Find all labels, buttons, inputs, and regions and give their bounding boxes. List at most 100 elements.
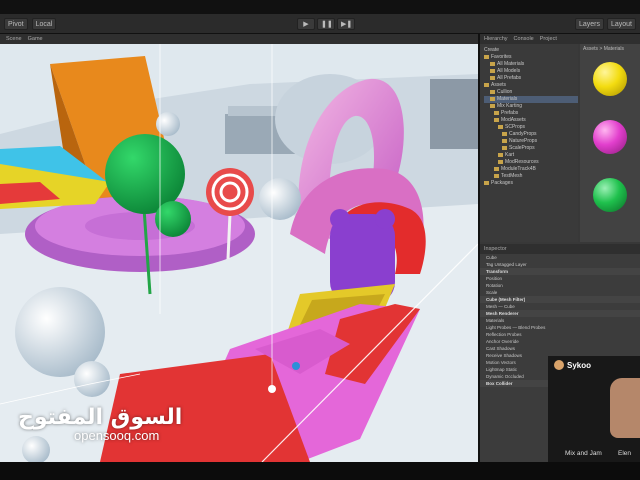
bottom-bar	[0, 462, 640, 480]
tree-item-label: TestMesh	[501, 173, 523, 179]
scale-label: Scale	[486, 290, 498, 295]
caption-mix-and-jam: Mix and Jam	[565, 450, 602, 457]
tree-item-label: All Models	[497, 68, 521, 74]
light-probes-label: Light Probes	[486, 325, 512, 330]
tree-item-packages[interactable]: Packages	[484, 180, 578, 187]
mesh-renderer-header[interactable]: Mesh Renderer	[480, 310, 640, 317]
materials-foldout[interactable]: Materials	[480, 317, 640, 324]
avatar	[554, 360, 564, 370]
mesh-field[interactable]: Cube	[504, 304, 515, 309]
tree-item-label: Materials	[497, 96, 518, 102]
tree-item-label: Kart	[505, 152, 515, 158]
tree-item-label: ScaleProps	[509, 145, 535, 151]
tree-item-candyprops[interactable]: CandyProps	[484, 131, 578, 138]
tree-item-modassets[interactable]: ModAssets	[484, 117, 578, 124]
tree-item-cullion[interactable]: Cullion	[484, 89, 578, 96]
watermark: السوق المفتوح opensooq.com	[18, 405, 182, 443]
tree-item-scprops[interactable]: SCProps	[484, 124, 578, 131]
layer-label: Layer	[515, 262, 527, 267]
tree-item-label: Cullion	[497, 89, 513, 95]
play-icon[interactable]: ▶	[297, 18, 315, 30]
asset-grid: Assets > Materials	[580, 44, 640, 242]
tag-dropdown[interactable]: Untagged	[495, 262, 515, 267]
layers-dropdown[interactable]: Layers	[574, 18, 604, 30]
tree-item-label: Assets	[491, 82, 507, 88]
tree-item-all-prefabs[interactable]: All Prefabs	[484, 75, 578, 82]
folder-icon	[484, 180, 489, 185]
asset-path: Assets > Materials	[583, 46, 624, 52]
webcam-overlay: Sykoo	[548, 356, 640, 462]
play-controls: ▶ ❚❚ ▶❚	[297, 18, 355, 30]
tree-item-natureprops[interactable]: NatureProps	[484, 138, 578, 145]
tree-item-favorites[interactable]: Favorites	[484, 54, 578, 61]
folder-icon	[494, 166, 499, 171]
material-yellow[interactable]	[593, 62, 627, 96]
streamer-name: Sykoo	[567, 360, 592, 370]
folder-icon	[484, 54, 489, 59]
tab-game[interactable]: Game	[28, 34, 43, 44]
tree-item-assets[interactable]: Assets	[484, 82, 578, 89]
folder-icon	[498, 159, 503, 164]
scene-render	[0, 44, 478, 462]
tree-item-label: All Prefabs	[497, 75, 522, 81]
tree-item-label: Favorites	[491, 54, 512, 60]
folder-icon	[494, 110, 499, 115]
anchor-override-label: Anchor Override	[486, 339, 519, 344]
folder-icon	[502, 131, 507, 136]
folder-icon	[502, 145, 507, 150]
project-tree: Create Favorites All Materials All Model…	[480, 44, 578, 242]
tree-item-label: ModResources	[505, 159, 539, 165]
toolbar-right: Layers Layout	[574, 18, 636, 30]
tree-item-kart[interactable]: Kart	[484, 152, 578, 159]
tree-item-modresources[interactable]: ModResources	[484, 159, 578, 166]
scene-tab-row: Scene Game	[0, 34, 478, 44]
tree-item-label: Mix Karting	[497, 103, 523, 109]
tree-item-all-materials[interactable]: All Materials	[484, 61, 578, 68]
tree-item-label: Packages	[491, 180, 513, 186]
tree-item-moduletrack[interactable]: ModuleTrack4B	[484, 166, 578, 173]
light-probes-row: Light Probes — Blend Probes	[486, 325, 546, 330]
folder-icon	[494, 117, 499, 122]
create-dropdown[interactable]: Create	[484, 47, 578, 54]
step-icon[interactable]: ▶❚	[337, 18, 355, 30]
inspector-tab[interactable]: Inspector	[480, 244, 640, 254]
tree-item-label: CandyProps	[509, 131, 537, 137]
transform-header[interactable]: Transform	[480, 268, 640, 275]
streamer-badge: Sykoo	[554, 360, 591, 370]
reflection-probes-label: Reflection Probes	[486, 332, 522, 337]
tree-item-testmesh[interactable]: TestMesh	[484, 173, 578, 180]
local-button[interactable]: Local	[31, 18, 57, 30]
tab-scene[interactable]: Scene	[6, 34, 22, 44]
light-probes-dropdown[interactable]: Blend Probes	[518, 325, 545, 330]
tree-item-label: ModAssets	[501, 117, 526, 123]
tree-item-materials[interactable]: Materials	[484, 96, 578, 103]
object-name-field[interactable]: Cube	[480, 254, 640, 261]
folder-icon	[490, 89, 495, 94]
pivot-button[interactable]: Pivot	[4, 18, 28, 30]
search-icon	[490, 68, 495, 73]
tab-project[interactable]: Project	[540, 34, 557, 44]
watermark-arabic: السوق المفتوح	[18, 405, 183, 430]
tree-item-label: SCProps	[505, 124, 526, 130]
tag-label: Tag	[486, 262, 494, 267]
tree-item-mix-karting[interactable]: Mix Karting	[484, 103, 578, 110]
tree-item-scaleprops[interactable]: ScaleProps	[484, 145, 578, 152]
folder-icon	[502, 138, 507, 143]
cast-shadows-label: Cast Shadows	[486, 346, 516, 351]
material-pink[interactable]	[593, 120, 627, 154]
scene-view[interactable]	[0, 44, 478, 462]
folder-icon	[498, 124, 503, 129]
search-icon	[490, 75, 495, 80]
layout-dropdown[interactable]: Layout	[606, 18, 636, 30]
material-green[interactable]	[593, 178, 627, 212]
folder-icon	[498, 152, 503, 157]
folder-icon	[484, 82, 489, 87]
main-toolbar: Pivot Local ▶ ❚❚ ▶❚ Layers Layout	[0, 14, 640, 34]
tab-hierarchy[interactable]: Hierarchy	[484, 34, 508, 44]
mesh-filter-header[interactable]: Cube (Mesh Filter)	[480, 296, 640, 303]
folder-icon	[490, 103, 495, 108]
tab-console[interactable]: Console	[514, 34, 534, 44]
tree-item-prefabs[interactable]: Prefabs	[484, 110, 578, 117]
pause-icon[interactable]: ❚❚	[317, 18, 335, 30]
tree-item-all-models[interactable]: All Models	[484, 68, 578, 75]
